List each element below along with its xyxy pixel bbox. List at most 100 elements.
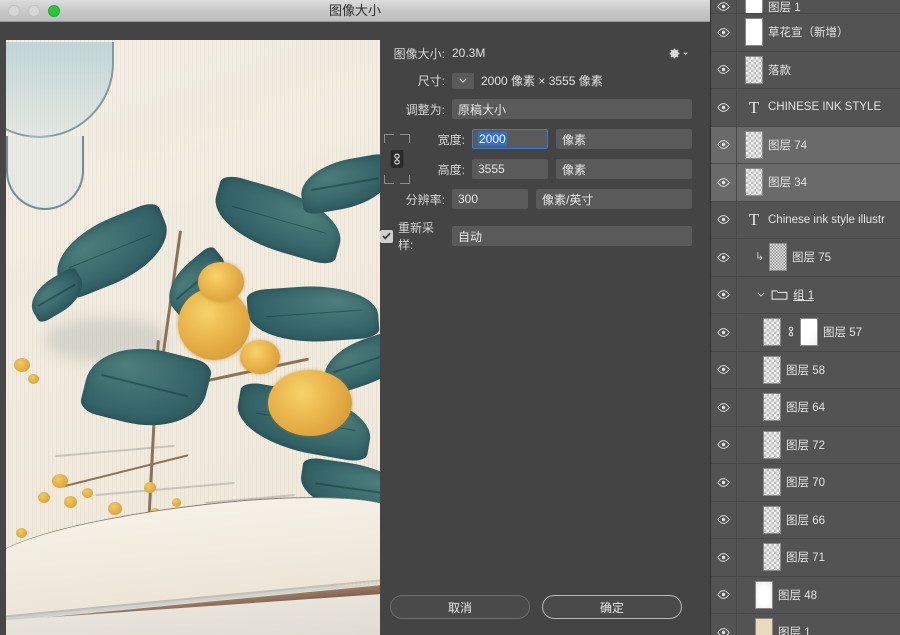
controls-pane: 图像大小: 20.3M 尺寸: 2000 像素 × 3555 像素 调整为: 原… [380,22,710,635]
layer-thumbnail[interactable] [745,168,763,197]
layer-visibility-toggle[interactable] [711,464,737,501]
layer-visibility-toggle[interactable] [711,501,737,538]
layer-name: 图层 1 [778,627,811,635]
layers-panel[interactable]: 图层 1 草花宣（新增） 落款 T CHINESE INK STYLE 图层 74 图层 3… [710,0,900,635]
width-unit-select[interactable]: 像素 [556,129,692,149]
layer-thumbnail[interactable] [745,18,763,47]
close-button[interactable] [8,4,20,17]
layer-thumbnail[interactable] [745,55,763,84]
layer-content: 草花宣（新增） [737,18,900,47]
zoom-button[interactable] [48,4,60,17]
layer-row[interactable]: 草花宣（新增） [711,14,900,52]
image-size-value: 20.3M [452,46,486,60]
layer-content: T CHINESE INK STYLE [737,99,900,116]
layer-row[interactable]: 图层 66 [711,501,900,539]
preview-left-edge [0,40,6,635]
layer-row[interactable]: 落款 [711,51,900,89]
layer-visibility-toggle[interactable] [711,539,737,576]
fallen-petal [144,482,156,493]
link-dimensions-toggle[interactable] [380,129,414,189]
layer-content: 图层 74 [737,130,900,159]
resample-select[interactable]: 自动 [452,226,692,246]
layer-visibility-toggle[interactable] [711,201,737,238]
layer-mask-thumbnail[interactable] [800,318,818,347]
width-row: 宽度: 2000 像素 [414,129,692,149]
ok-button[interactable]: 确定 [542,595,682,619]
layer-visibility-toggle[interactable] [711,426,737,463]
height-unit-select[interactable]: 像素 [556,159,692,179]
image-size-label: 图像大小: [393,46,445,61]
minimize-button[interactable] [28,4,40,17]
height-input[interactable]: 3555 [472,159,548,179]
layer-visibility-toggle[interactable] [711,14,737,51]
layer-name: 图层 64 [786,402,825,415]
layer-row[interactable]: 图层 64 [711,389,900,427]
cancel-button[interactable]: 取消 [390,595,530,619]
dimensions-dropdown-button[interactable] [452,72,474,89]
layer-thumbnail[interactable] [745,130,763,159]
width-value: 2000 [478,132,507,146]
layer-row[interactable]: T Chinese ink style illustr [711,201,900,239]
layer-row[interactable]: 图层 48 [711,576,900,614]
layer-visibility-toggle[interactable] [711,614,737,635]
eye-icon [717,252,730,262]
dialog-titlebar[interactable]: 图像大小 [0,0,710,22]
eye-icon [717,365,730,375]
layer-content: 图层 1 [737,0,900,13]
layer-row[interactable]: 图层 34 [711,164,900,202]
resolution-unit-select[interactable]: 像素/英寸 [536,189,692,209]
resample-checkbox[interactable] [380,229,393,243]
layer-row[interactable]: 图层 1 [711,0,900,14]
layer-row[interactable]: T CHINESE INK STYLE [711,89,900,127]
layer-visibility-toggle[interactable] [711,89,737,126]
layer-thumbnail[interactable] [755,618,773,635]
layer-thumbnail[interactable] [763,355,781,384]
layer-thumbnail[interactable] [763,430,781,459]
layer-visibility-toggle[interactable] [711,164,737,201]
layer-visibility-toggle[interactable] [711,126,737,163]
layer-name: 图层 75 [792,252,831,265]
layer-content: 图层 57 [737,318,900,347]
gear-icon[interactable] [668,44,688,62]
layer-row[interactable]: 图层 74 [711,126,900,164]
layer-visibility-toggle[interactable] [711,351,737,388]
image-preview[interactable] [0,40,380,635]
layer-thumbnail[interactable] [755,580,773,609]
eye-icon [717,102,730,112]
layer-visibility-toggle[interactable] [711,576,737,613]
layer-visibility-toggle[interactable] [711,0,737,13]
layer-visibility-toggle[interactable] [711,314,737,351]
layer-visibility-toggle[interactable] [711,389,737,426]
flower-cluster [198,262,244,302]
layer-visibility-toggle[interactable] [711,239,737,276]
layer-row[interactable]: 图层 57 [711,314,900,352]
dialog-body: 图像大小: 20.3M 尺寸: 2000 像素 × 3555 像素 调整为: 原… [0,22,710,635]
resolution-input[interactable]: 300 [452,189,528,209]
layer-thumbnail[interactable] [763,505,781,534]
layer-row[interactable]: 图层 70 [711,464,900,502]
layer-row[interactable]: 图层 1 [711,614,900,635]
layer-thumbnail[interactable] [763,393,781,422]
fit-to-select[interactable]: 原稿大小 [452,99,692,119]
layer-row[interactable]: ↳ 图层 75 [711,239,900,277]
layer-thumbnail[interactable] [763,318,781,347]
layer-row[interactable]: 图层 58 [711,351,900,389]
text-layer-icon: T [748,210,760,230]
layer-thumbnail[interactable] [745,0,763,13]
chevron-down-icon[interactable] [755,292,766,298]
layer-visibility-toggle[interactable] [711,51,737,88]
eye-icon [717,2,730,11]
layer-thumbnail[interactable] [763,468,781,497]
flower-petal [14,358,30,372]
mask-link-icon[interactable] [786,326,795,338]
layer-row[interactable]: 组 1 [711,276,900,314]
layer-name: 图层 70 [786,477,825,490]
layer-thumbnail[interactable] [769,243,787,272]
layer-visibility-toggle[interactable] [711,276,737,313]
width-input[interactable]: 2000 [472,129,548,149]
eye-icon [717,177,730,187]
layer-row[interactable]: 图层 71 [711,539,900,577]
layer-row[interactable]: 图层 72 [711,426,900,464]
layer-content: 图层 34 [737,168,900,197]
layer-thumbnail[interactable] [763,543,781,572]
